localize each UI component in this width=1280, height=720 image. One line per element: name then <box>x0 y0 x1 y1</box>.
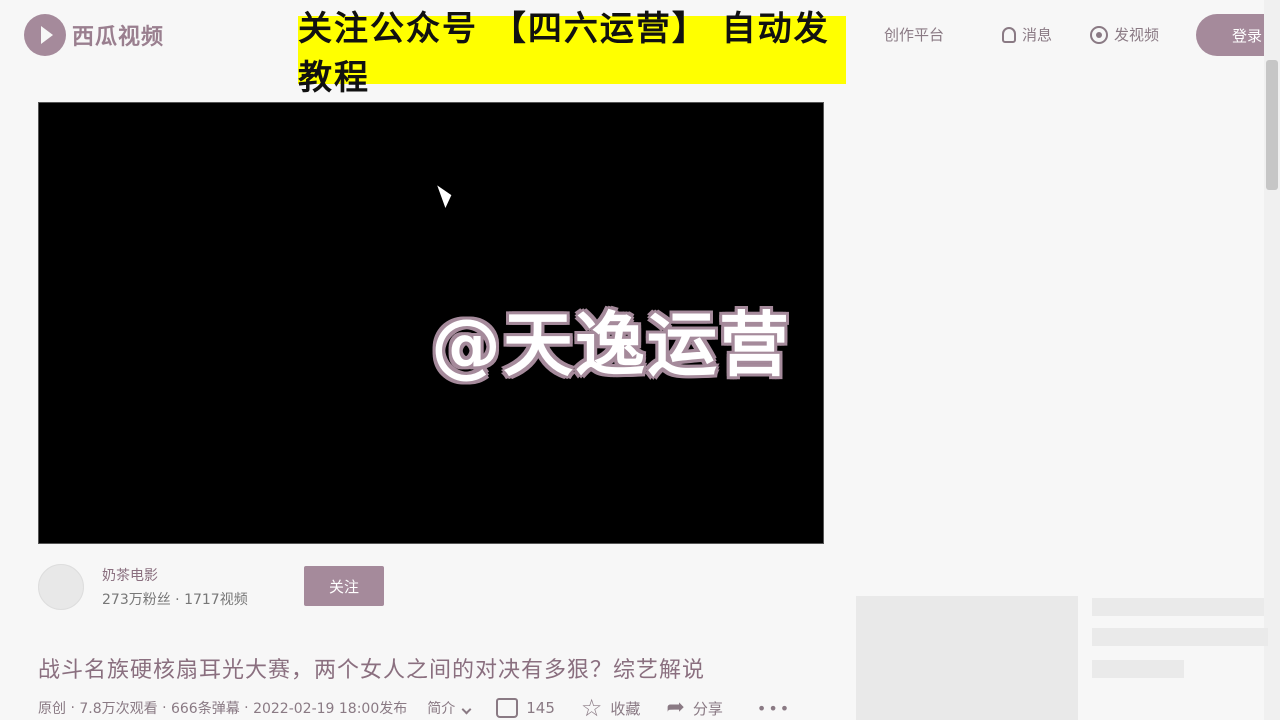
share-label: 分享 <box>692 699 723 718</box>
follow-button[interactable]: 关注 <box>304 566 384 606</box>
scrollbar-thumb[interactable] <box>1266 60 1278 190</box>
recommended-title-placeholder <box>1092 598 1264 616</box>
author-card: 奶茶电影 273万粉丝 · 1717视频 <box>38 564 248 610</box>
video-title: 战斗名族硬核扇耳光大赛，两个女人之间的对决有多狠？综艺解说 <box>38 658 706 683</box>
like-count: 145 <box>526 699 555 717</box>
share-button[interactable]: ➦ 分享 <box>666 697 722 719</box>
creator-platform-link[interactable]: 创作平台 <box>884 24 944 45</box>
recommended-video-thumbnail[interactable] <box>856 596 1078 720</box>
danmaku-count: 666条弹幕 <box>170 701 240 717</box>
video-player[interactable]: @天逸运营 <box>38 102 824 544</box>
author-info: 奶茶电影 273万粉丝 · 1717视频 <box>102 565 248 609</box>
favorite-label: 收藏 <box>610 699 641 718</box>
like-button[interactable]: 145 <box>496 698 555 718</box>
upload-icon <box>1090 25 1108 44</box>
more-button[interactable]: ••• <box>757 699 791 718</box>
favorite-button[interactable]: ☆ 收藏 <box>581 696 641 720</box>
site-logo[interactable]: 西瓜视频 <box>24 14 164 56</box>
recommended-title-placeholder <box>1092 628 1268 646</box>
logo-text: 西瓜视频 <box>72 25 165 50</box>
view-count: 7.8万次观看 <box>79 701 158 717</box>
video-meta-bar: 原创 · 7.8万次观看 · 666条弹幕 · 2022-02-19 18:00… <box>38 694 792 720</box>
share-icon: ➦ <box>666 695 685 720</box>
mouse-cursor-icon <box>437 182 455 208</box>
bell-icon <box>1002 26 1016 43</box>
messages-label: 消息 <box>1022 26 1053 44</box>
messages-link[interactable]: 消息 <box>1002 24 1052 45</box>
author-name[interactable]: 奶茶电影 <box>102 565 248 585</box>
follow-label: 关注 <box>328 577 359 596</box>
upload-video-link[interactable]: 发视频 <box>1090 24 1159 45</box>
author-avatar[interactable] <box>38 564 84 610</box>
page-scrollbar[interactable] <box>1264 0 1280 720</box>
original-tag: 原创 <box>38 701 66 717</box>
creator-platform-label: 创作平台 <box>884 26 945 44</box>
thumbs-up-icon <box>496 698 519 718</box>
xigua-logo-icon <box>24 14 66 56</box>
publish-time: 2022-02-19 18:00发布 <box>253 701 408 717</box>
upload-video-label: 发视频 <box>1114 26 1160 44</box>
intro-label: 简介 <box>427 701 456 717</box>
login-label: 登录 <box>1232 26 1263 45</box>
video-watermark: @天逸运营 <box>431 304 791 386</box>
author-stats: 273万粉丝 · 1717视频 <box>102 592 248 608</box>
chevron-down-icon <box>461 704 472 715</box>
promo-banner-text: 关注公众号 【四六运营】 自动发教程 <box>298 9 830 98</box>
recommended-meta-placeholder <box>1092 660 1184 678</box>
intro-toggle[interactable]: 简介 <box>427 698 472 718</box>
promo-banner: 关注公众号 【四六运营】 自动发教程 <box>298 9 846 98</box>
star-icon: ☆ <box>580 694 603 720</box>
